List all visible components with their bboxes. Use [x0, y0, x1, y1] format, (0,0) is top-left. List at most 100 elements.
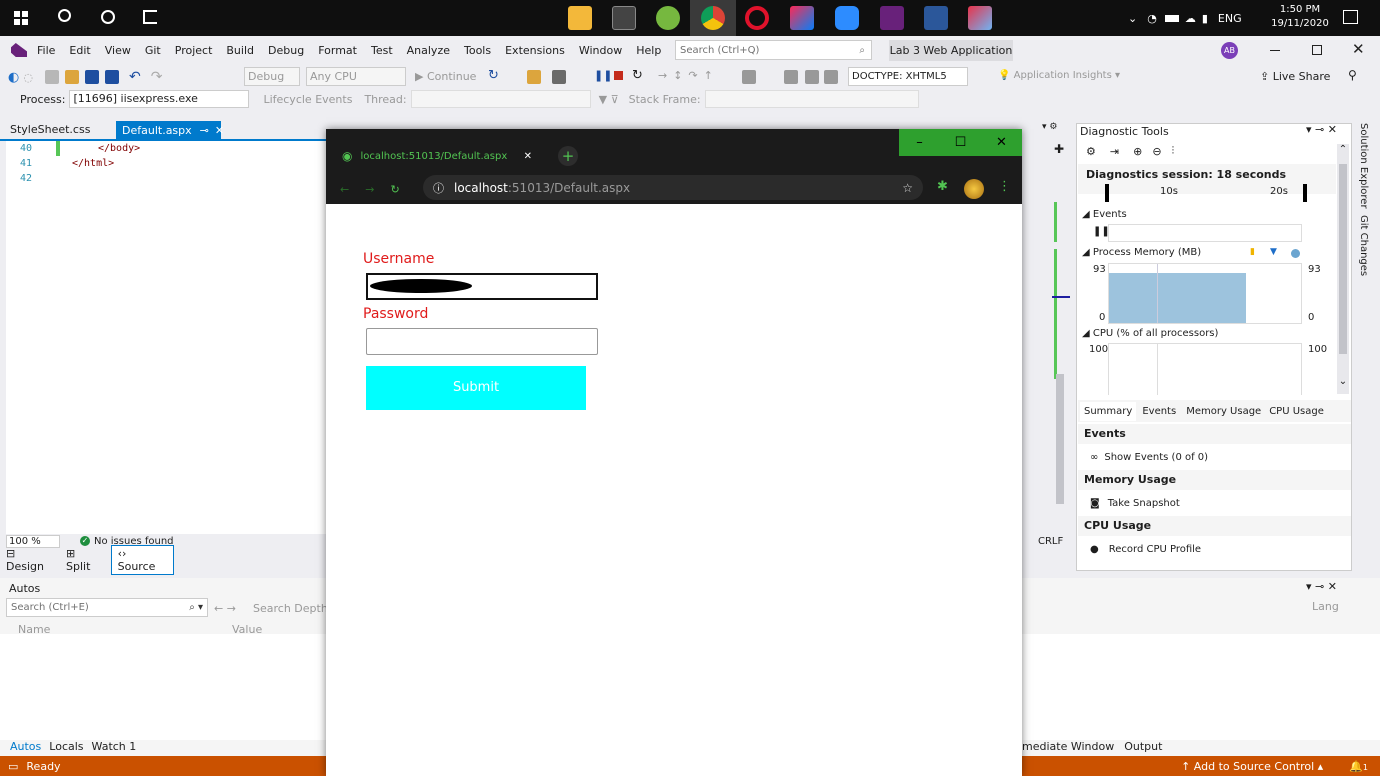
utorrent-icon[interactable]	[656, 6, 680, 30]
tab-close-icon[interactable]: ✕	[215, 124, 224, 137]
menu-dots-icon[interactable]: ⋮	[998, 179, 1011, 194]
autos-search-input[interactable]: Search (Ctrl+E) ⌕ ▾	[6, 598, 208, 617]
clock[interactable]: 1:50 PM 19/11/2020	[1270, 3, 1330, 31]
undo-icon[interactable]: ↶	[129, 69, 141, 85]
line-ending[interactable]: CRLF	[1038, 536, 1063, 547]
menu-tools[interactable]: Tools	[464, 44, 491, 57]
browser-tab[interactable]: ◉ localhost:51013/Default.aspx ✕	[334, 143, 540, 169]
export-icon[interactable]: ⇥	[1110, 145, 1119, 158]
extensions-icon[interactable]: ✱	[937, 179, 948, 194]
menu-test[interactable]: Test	[371, 44, 393, 57]
feedback-icon[interactable]: ⚲	[1348, 68, 1357, 82]
col-lang-header[interactable]: Lang	[1312, 600, 1339, 613]
diag-panel-controls[interactable]: ▾ ⊸ ✕	[1306, 123, 1337, 136]
solution-explorer-tab[interactable]: Solution Explorer	[1358, 123, 1369, 209]
opera-icon[interactable]	[745, 6, 769, 30]
menu-debug[interactable]: Debug	[268, 44, 304, 57]
menu-edit[interactable]: Edit	[69, 44, 90, 57]
address-bar[interactable]: ⓘ localhost:51013/Default.aspx ☆	[423, 175, 923, 200]
show-events-link[interactable]: ∞ Show Events (0 of 0)	[1078, 447, 1351, 467]
lifecycle-events-button[interactable]: Lifecycle Events	[263, 93, 352, 106]
tab-autos[interactable]: Autos	[10, 740, 41, 753]
code-editor[interactable]: 40 </body> 41 </html> 42	[6, 141, 326, 534]
cortana-icon[interactable]	[101, 10, 115, 24]
username-input[interactable]	[366, 273, 598, 300]
new-project-icon[interactable]	[44, 70, 59, 84]
onedrive-icon[interactable]: ☁	[1185, 12, 1196, 25]
memory-graph-label[interactable]: ◢ Process Memory (MB)	[1082, 247, 1201, 258]
search-icon[interactable]	[58, 9, 71, 22]
tab-events[interactable]: Events	[1142, 406, 1176, 417]
tab-memory-usage[interactable]: Memory Usage	[1186, 406, 1261, 417]
stack-frame-dropdown[interactable]	[704, 90, 919, 108]
chrome-icon[interactable]	[701, 6, 725, 30]
record-cpu-button[interactable]: ● Record CPU Profile	[1078, 539, 1351, 559]
zoom-icon[interactable]	[835, 6, 859, 30]
notifications-bell-icon[interactable]: 🔔1	[1349, 760, 1368, 773]
tab-immediate-window[interactable]: mediate Window	[1022, 740, 1114, 753]
continue-button[interactable]: ▶ Continue	[415, 70, 476, 83]
menu-view[interactable]: View	[105, 44, 131, 57]
volume-icon[interactable]: ▮	[1202, 12, 1208, 25]
diag-scrollbar[interactable]: ⌃ ⌄	[1337, 144, 1349, 394]
back-icon[interactable]: ←	[340, 183, 349, 196]
wifi-icon[interactable]: ◔	[1147, 12, 1157, 25]
stop-icon[interactable]	[614, 71, 623, 80]
chevron-down-icon[interactable]: ⌄	[1337, 376, 1349, 387]
editor-scrollbar[interactable]: ▾ ⚙ ✚	[1042, 122, 1072, 534]
doctype-dropdown[interactable]: DOCTYPE: XHTML5	[848, 67, 968, 86]
process-dropdown[interactable]: [11696] iisexpress.exe	[69, 90, 250, 108]
tab-stylesheet[interactable]: StyleSheet.css	[0, 121, 112, 139]
source-view-tab[interactable]: ‹› Source	[110, 545, 174, 575]
word-icon[interactable]	[924, 6, 948, 30]
nav-arrows-icon[interactable]: ← →	[214, 602, 236, 615]
design-view-tab[interactable]: ⊟ Design	[6, 547, 56, 573]
format-icon[interactable]	[742, 70, 756, 84]
browser-maximize-button[interactable]: ☐	[940, 129, 981, 156]
menu-window[interactable]: Window	[579, 44, 622, 57]
git-changes-tab[interactable]: Git Changes	[1358, 215, 1369, 276]
back-icon[interactable]: ◐	[8, 70, 19, 85]
paint-icon[interactable]	[968, 6, 992, 30]
menu-build[interactable]: Build	[226, 44, 254, 57]
reload-icon[interactable]: ↻	[390, 183, 399, 196]
tab-output[interactable]: Output	[1124, 740, 1162, 753]
step-icons[interactable]: →↕↷↑	[658, 69, 719, 82]
windows-start-icon[interactable]	[14, 11, 28, 25]
save-icon[interactable]	[84, 70, 99, 84]
minimize-button[interactable]	[1270, 50, 1280, 51]
forward-icon[interactable]: →	[365, 183, 374, 196]
profile-avatar[interactable]	[964, 179, 984, 199]
zoom-in-icon[interactable]: ⊕	[1133, 145, 1142, 158]
refresh-icon[interactable]: ↻	[488, 68, 499, 83]
tab-cpu-usage[interactable]: CPU Usage	[1269, 406, 1324, 417]
thread-dropdown[interactable]	[410, 90, 591, 108]
tab-watch1[interactable]: Watch 1	[92, 740, 137, 753]
submit-button[interactable]: Submit	[366, 366, 586, 410]
indent-icon[interactable]	[824, 70, 838, 84]
split-view-tab[interactable]: ⊞ Split	[66, 547, 103, 573]
intellij-icon[interactable]	[790, 6, 814, 30]
menu-git[interactable]: Git	[145, 44, 161, 57]
menu-format[interactable]: Format	[318, 44, 357, 57]
task-view-icon[interactable]	[143, 10, 157, 24]
browser-close-button[interactable]: ✕	[981, 129, 1022, 156]
take-snapshot-button[interactable]: ◙ Take Snapshot	[1078, 493, 1351, 513]
memory-graph[interactable]	[1108, 263, 1302, 324]
redo-icon[interactable]: ↷	[151, 69, 163, 85]
chevron-up-icon[interactable]: ⌄	[1128, 12, 1137, 25]
vs-search-input[interactable]: Search (Ctrl+Q) ⌕	[675, 40, 872, 60]
uncomment-icon[interactable]	[805, 70, 819, 84]
menu-file[interactable]: File	[37, 44, 55, 57]
chart-icon[interactable]: ⫶	[1172, 144, 1175, 158]
browser-minimize-button[interactable]: –	[899, 129, 940, 156]
password-input[interactable]	[366, 328, 598, 355]
notifications-icon[interactable]	[1343, 10, 1358, 24]
battery-icon[interactable]	[1164, 14, 1179, 22]
restart-icon[interactable]: ↻	[632, 68, 643, 83]
add-source-control-button[interactable]: ↑ Add to Source Control ▴	[1181, 760, 1323, 773]
tab-close-icon[interactable]: ✕	[524, 151, 532, 162]
menu-project[interactable]: Project	[175, 44, 213, 57]
language-indicator[interactable]: ENG	[1218, 12, 1242, 25]
menu-analyze[interactable]: Analyze	[407, 44, 450, 57]
